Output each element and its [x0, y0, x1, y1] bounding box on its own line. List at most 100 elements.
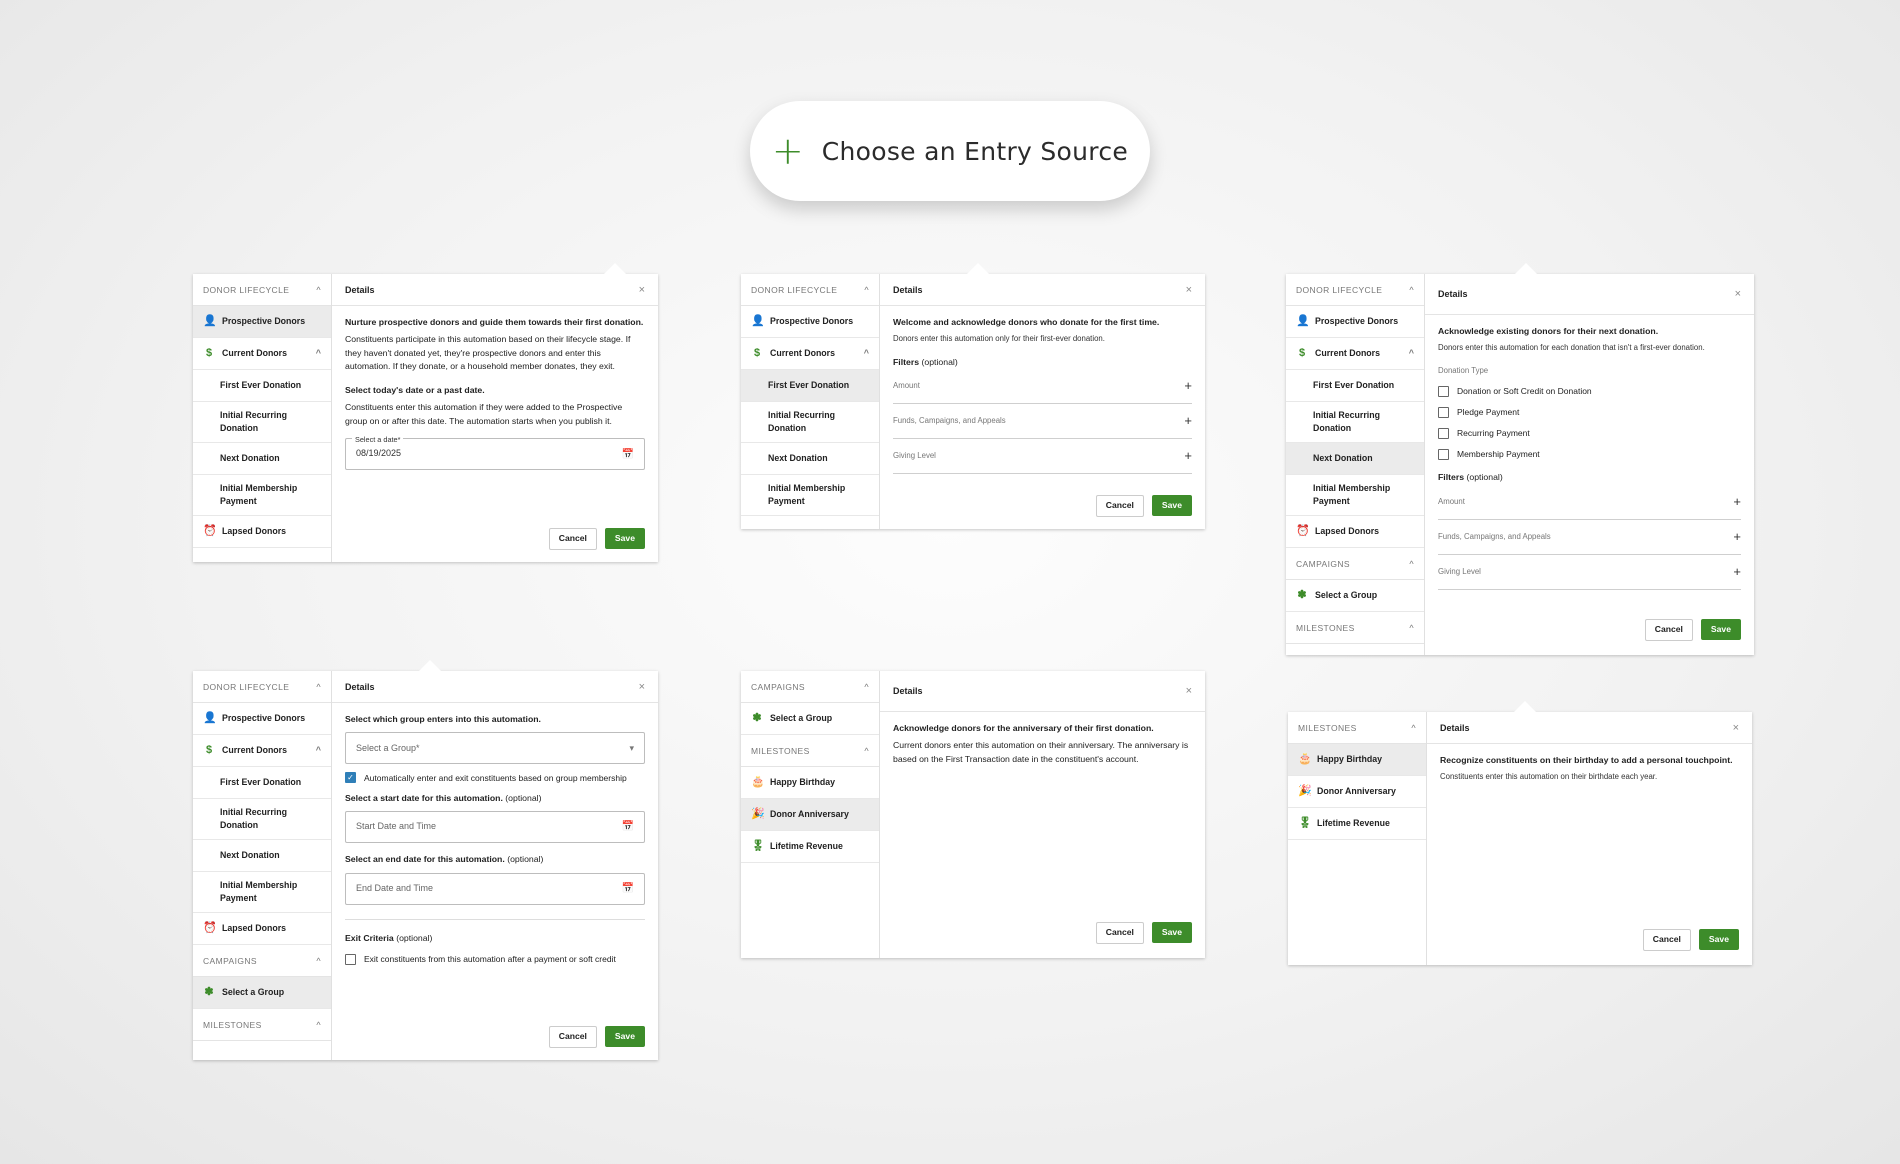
checkbox-membership-payment[interactable]: Membership Payment [1438, 448, 1741, 461]
section-donor-lifecycle[interactable]: DONOR LIFECYCLE ^ [741, 274, 879, 306]
chevron-up-icon: ^ [316, 681, 321, 692]
plus-icon[interactable]: + [1733, 562, 1741, 582]
plus-icon[interactable]: + [1733, 527, 1741, 547]
cancel-button[interactable]: Cancel [1095, 922, 1144, 944]
sidebar-item-next-donation[interactable]: Next Donation [1286, 443, 1424, 475]
sidebar-item-initial-recurring-donation[interactable]: Initial Recurring Donation [1286, 402, 1424, 443]
cancel-button[interactable]: Cancel [548, 1026, 597, 1048]
checkbox-donation-soft-credit[interactable]: Donation or Soft Credit on Donation [1438, 385, 1741, 398]
plus-icon[interactable]: + [1184, 446, 1192, 466]
sidebar-item-current-donors[interactable]: $ Current Donors ^ [1286, 338, 1424, 370]
cancel-button[interactable]: Cancel [1644, 619, 1693, 641]
close-icon[interactable]: × [1733, 722, 1739, 734]
sidebar-item-initial-recurring-donation[interactable]: Initial Recurring Donation [193, 402, 331, 443]
close-icon[interactable]: × [1186, 284, 1192, 296]
checkbox[interactable] [1438, 406, 1449, 418]
sidebar-item-current-donors[interactable]: $ Current Donors ^ [741, 338, 879, 370]
sidebar-item-current-donors[interactable]: $ Current Donors ^ [193, 338, 331, 370]
section-campaigns[interactable]: CAMPAIGNS ^ [741, 671, 879, 703]
end-date-field[interactable]: End Date and Time 📅 [345, 872, 645, 905]
plus-icon[interactable]: + [1184, 376, 1192, 396]
sidebar-item-happy-birthday[interactable]: 🎂 Happy Birthday [1288, 744, 1426, 776]
date-field[interactable]: Select a date* 08/19/2025 📅 [345, 434, 645, 471]
calendar-icon[interactable]: 📅 [622, 819, 634, 835]
sidebar-item-lapsed-donors[interactable]: ⏰ Lapsed Donors [1286, 516, 1424, 548]
section-milestones[interactable]: MILESTONES ^ [741, 735, 879, 767]
sidebar-item-initial-membership-payment[interactable]: Initial Membership Payment [193, 872, 331, 913]
sidebar-item-initial-membership-payment[interactable]: Initial Membership Payment [741, 475, 879, 516]
section-donor-lifecycle[interactable]: DONOR LIFECYCLE ^ [193, 274, 331, 306]
start-date-field[interactable]: Start Date and Time 📅 [345, 811, 645, 844]
group-select[interactable]: Select a Group* ▾ [345, 732, 645, 765]
section-milestones[interactable]: MILESTONES ^ [1286, 612, 1424, 644]
cancel-button[interactable]: Cancel [1642, 929, 1691, 951]
sidebar-item-current-donors[interactable]: $ Current Donors ^ [193, 735, 331, 767]
sidebar-item-lifetime-revenue[interactable]: 🎖 Lifetime Revenue [741, 831, 879, 863]
item-label: Lifetime Revenue [1317, 818, 1390, 829]
sidebar-item-first-ever-donation[interactable]: First Ever Donation [193, 370, 331, 402]
save-button[interactable]: Save [604, 528, 645, 549]
checkbox[interactable] [1438, 449, 1449, 461]
sidebar-item-select-group[interactable]: ✽ Select a Group [1286, 580, 1424, 612]
sidebar-item-select-group[interactable]: ✽ Select a Group [193, 977, 331, 1009]
sidebar-item-prospective-donors[interactable]: 👤 Prospective Donors [193, 703, 331, 735]
sidebar-item-next-donation[interactable]: Next Donation [741, 443, 879, 475]
filter-funds[interactable]: Funds, Campaigns, and Appeals + [893, 404, 1192, 440]
section-milestones[interactable]: MILESTONES ^ [193, 1009, 331, 1041]
sidebar-item-first-ever-donation[interactable]: First Ever Donation [193, 767, 331, 799]
sidebar-item-prospective-donors[interactable]: 👤 Prospective Donors [1286, 306, 1424, 338]
sidebar-item-initial-recurring-donation[interactable]: Initial Recurring Donation [193, 799, 331, 840]
sidebar-item-initial-recurring-donation[interactable]: Initial Recurring Donation [741, 402, 879, 443]
filter-giving-level[interactable]: Giving Level + [1438, 555, 1741, 590]
sidebar-item-lapsed-donors[interactable]: ⏰ Lapsed Donors [193, 913, 331, 945]
close-icon[interactable]: × [639, 681, 645, 693]
sidebar-item-happy-birthday[interactable]: 🎂 Happy Birthday [741, 767, 879, 799]
checkbox[interactable] [1438, 428, 1449, 440]
cancel-button[interactable]: Cancel [1095, 495, 1144, 517]
sidebar-item-first-ever-donation[interactable]: First Ever Donation [1286, 370, 1424, 402]
section-campaigns[interactable]: CAMPAIGNS ^ [193, 945, 331, 977]
section-donor-lifecycle[interactable]: DONOR LIFECYCLE ^ [193, 671, 331, 703]
close-icon[interactable]: × [639, 284, 645, 296]
sidebar-item-initial-membership-payment[interactable]: Initial Membership Payment [193, 475, 331, 516]
filter-amount[interactable]: Amount + [1438, 485, 1741, 520]
choose-entry-source-button[interactable]: + Choose an Entry Source [750, 101, 1150, 201]
sidebar-item-donor-anniversary[interactable]: 🎉 Donor Anniversary [1288, 776, 1426, 808]
checkbox[interactable] [1438, 385, 1449, 397]
calendar-icon[interactable]: 📅 [622, 881, 634, 897]
checkbox-checked[interactable]: ✓ [345, 772, 356, 784]
section-donor-lifecycle[interactable]: DONOR LIFECYCLE ^ [1286, 274, 1424, 306]
save-button[interactable]: Save [1151, 495, 1192, 516]
checkbox-auto-enter-exit[interactable]: ✓ Automatically enter and exit constituen… [345, 772, 645, 785]
checkbox-exit-constituents[interactable]: Exit constituents from this automation a… [345, 953, 645, 966]
sidebar-item-next-donation[interactable]: Next Donation [193, 443, 331, 475]
save-button[interactable]: Save [1700, 619, 1741, 640]
sidebar-item-prospective-donors[interactable]: 👤 Prospective Donors [741, 306, 879, 338]
calendar-icon[interactable]: 📅 [622, 447, 634, 463]
plus-icon[interactable]: + [1733, 492, 1741, 512]
save-button[interactable]: Save [604, 1026, 645, 1047]
checkbox[interactable] [345, 954, 356, 966]
plus-icon[interactable]: + [1184, 411, 1192, 431]
close-icon[interactable]: × [1735, 288, 1741, 300]
sidebar-item-lifetime-revenue[interactable]: 🎖 Lifetime Revenue [1288, 808, 1426, 840]
sidebar-item-donor-anniversary[interactable]: 🎉 Donor Anniversary [741, 799, 879, 831]
filter-funds[interactable]: Funds, Campaigns, and Appeals + [1438, 520, 1741, 555]
close-icon[interactable]: × [1186, 685, 1192, 697]
checkbox-recurring-payment[interactable]: Recurring Payment [1438, 427, 1741, 440]
sidebar-item-select-group[interactable]: ✽ Select a Group [741, 703, 879, 735]
sidebar-item-prospective-donors[interactable]: 👤 Prospective Donors [193, 306, 331, 338]
filter-amount[interactable]: Amount + [893, 369, 1192, 405]
sidebar-item-next-donation[interactable]: Next Donation [193, 840, 331, 872]
sidebar-item-initial-membership-payment[interactable]: Initial Membership Payment [1286, 475, 1424, 516]
save-button[interactable]: Save [1151, 922, 1192, 943]
sidebar-item-lapsed-donors[interactable]: ⏰ Lapsed Donors [193, 516, 331, 548]
save-button[interactable]: Save [1698, 929, 1739, 950]
cancel-button[interactable]: Cancel [548, 528, 597, 550]
section-milestones[interactable]: MILESTONES ^ [1288, 712, 1426, 744]
checkbox-pledge-payment[interactable]: Pledge Payment [1438, 406, 1741, 419]
filter-giving-level[interactable]: Giving Level + [893, 439, 1192, 475]
sidebar-item-first-ever-donation[interactable]: First Ever Donation [741, 370, 879, 402]
item-label: Donor Anniversary [770, 809, 849, 820]
section-campaigns[interactable]: CAMPAIGNS ^ [1286, 548, 1424, 580]
